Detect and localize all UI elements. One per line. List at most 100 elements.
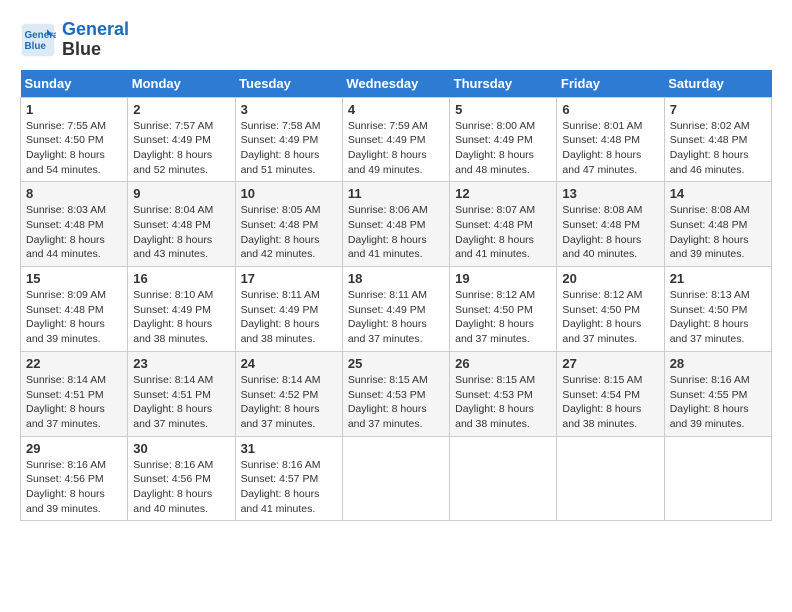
cell-content: Sunrise: 8:14 AMSunset: 4:51 PMDaylight:… [26, 373, 122, 432]
calendar-cell: 5 Sunrise: 8:00 AMSunset: 4:49 PMDayligh… [450, 97, 557, 182]
cell-content: Sunrise: 8:16 AMSunset: 4:56 PMDaylight:… [133, 458, 229, 517]
day-number: 12 [455, 186, 551, 201]
calendar-table: SundayMondayTuesdayWednesdayThursdayFrid… [20, 70, 772, 522]
day-number: 7 [670, 102, 766, 117]
column-header-wednesday: Wednesday [342, 70, 449, 98]
calendar-cell: 7 Sunrise: 8:02 AMSunset: 4:48 PMDayligh… [664, 97, 771, 182]
calendar-cell: 31 Sunrise: 8:16 AMSunset: 4:57 PMDaylig… [235, 436, 342, 521]
calendar-cell: 11 Sunrise: 8:06 AMSunset: 4:48 PMDaylig… [342, 182, 449, 267]
day-number: 5 [455, 102, 551, 117]
cell-content: Sunrise: 8:15 AMSunset: 4:53 PMDaylight:… [455, 373, 551, 432]
cell-content: Sunrise: 7:57 AMSunset: 4:49 PMDaylight:… [133, 119, 229, 178]
calendar-cell: 30 Sunrise: 8:16 AMSunset: 4:56 PMDaylig… [128, 436, 235, 521]
cell-content: Sunrise: 8:09 AMSunset: 4:48 PMDaylight:… [26, 288, 122, 347]
calendar-cell: 6 Sunrise: 8:01 AMSunset: 4:48 PMDayligh… [557, 97, 664, 182]
day-number: 18 [348, 271, 444, 286]
day-number: 19 [455, 271, 551, 286]
day-number: 27 [562, 356, 658, 371]
logo-line2: Blue [62, 40, 129, 60]
cell-content: Sunrise: 8:07 AMSunset: 4:48 PMDaylight:… [455, 203, 551, 262]
cell-content: Sunrise: 8:12 AMSunset: 4:50 PMDaylight:… [455, 288, 551, 347]
calendar-cell: 26 Sunrise: 8:15 AMSunset: 4:53 PMDaylig… [450, 351, 557, 436]
calendar-cell: 21 Sunrise: 8:13 AMSunset: 4:50 PMDaylig… [664, 267, 771, 352]
day-number: 30 [133, 441, 229, 456]
day-number: 24 [241, 356, 337, 371]
day-number: 6 [562, 102, 658, 117]
column-header-thursday: Thursday [450, 70, 557, 98]
day-number: 17 [241, 271, 337, 286]
calendar-cell: 9 Sunrise: 8:04 AMSunset: 4:48 PMDayligh… [128, 182, 235, 267]
day-number: 16 [133, 271, 229, 286]
calendar-cell: 17 Sunrise: 8:11 AMSunset: 4:49 PMDaylig… [235, 267, 342, 352]
calendar-cell: 22 Sunrise: 8:14 AMSunset: 4:51 PMDaylig… [21, 351, 128, 436]
calendar-cell: 28 Sunrise: 8:16 AMSunset: 4:55 PMDaylig… [664, 351, 771, 436]
day-number: 14 [670, 186, 766, 201]
cell-content: Sunrise: 8:10 AMSunset: 4:49 PMDaylight:… [133, 288, 229, 347]
calendar-cell: 16 Sunrise: 8:10 AMSunset: 4:49 PMDaylig… [128, 267, 235, 352]
cell-content: Sunrise: 8:15 AMSunset: 4:54 PMDaylight:… [562, 373, 658, 432]
day-number: 9 [133, 186, 229, 201]
calendar-cell: 20 Sunrise: 8:12 AMSunset: 4:50 PMDaylig… [557, 267, 664, 352]
day-number: 13 [562, 186, 658, 201]
svg-text:General: General [25, 30, 57, 41]
calendar-cell: 29 Sunrise: 8:16 AMSunset: 4:56 PMDaylig… [21, 436, 128, 521]
cell-content: Sunrise: 8:08 AMSunset: 4:48 PMDaylight:… [562, 203, 658, 262]
day-number: 2 [133, 102, 229, 117]
calendar-week-row: 22 Sunrise: 8:14 AMSunset: 4:51 PMDaylig… [21, 351, 772, 436]
calendar-week-row: 1 Sunrise: 7:55 AMSunset: 4:50 PMDayligh… [21, 97, 772, 182]
calendar-week-row: 29 Sunrise: 8:16 AMSunset: 4:56 PMDaylig… [21, 436, 772, 521]
column-header-friday: Friday [557, 70, 664, 98]
cell-content: Sunrise: 8:08 AMSunset: 4:48 PMDaylight:… [670, 203, 766, 262]
calendar-cell: 12 Sunrise: 8:07 AMSunset: 4:48 PMDaylig… [450, 182, 557, 267]
day-number: 29 [26, 441, 122, 456]
calendar-cell: 10 Sunrise: 8:05 AMSunset: 4:48 PMDaylig… [235, 182, 342, 267]
calendar-cell: 24 Sunrise: 8:14 AMSunset: 4:52 PMDaylig… [235, 351, 342, 436]
calendar-cell: 15 Sunrise: 8:09 AMSunset: 4:48 PMDaylig… [21, 267, 128, 352]
cell-content: Sunrise: 8:15 AMSunset: 4:53 PMDaylight:… [348, 373, 444, 432]
day-number: 20 [562, 271, 658, 286]
logo: General Blue General Blue [20, 20, 129, 60]
column-header-tuesday: Tuesday [235, 70, 342, 98]
calendar-week-row: 8 Sunrise: 8:03 AMSunset: 4:48 PMDayligh… [21, 182, 772, 267]
calendar-cell: 8 Sunrise: 8:03 AMSunset: 4:48 PMDayligh… [21, 182, 128, 267]
cell-content: Sunrise: 7:58 AMSunset: 4:49 PMDaylight:… [241, 119, 337, 178]
column-header-saturday: Saturday [664, 70, 771, 98]
cell-content: Sunrise: 8:06 AMSunset: 4:48 PMDaylight:… [348, 203, 444, 262]
cell-content: Sunrise: 8:16 AMSunset: 4:56 PMDaylight:… [26, 458, 122, 517]
cell-content: Sunrise: 8:04 AMSunset: 4:48 PMDaylight:… [133, 203, 229, 262]
cell-content: Sunrise: 8:05 AMSunset: 4:48 PMDaylight:… [241, 203, 337, 262]
cell-content: Sunrise: 8:00 AMSunset: 4:49 PMDaylight:… [455, 119, 551, 178]
day-number: 31 [241, 441, 337, 456]
cell-content: Sunrise: 8:14 AMSunset: 4:52 PMDaylight:… [241, 373, 337, 432]
calendar-cell [557, 436, 664, 521]
cell-content: Sunrise: 8:16 AMSunset: 4:55 PMDaylight:… [670, 373, 766, 432]
svg-text:Blue: Blue [25, 41, 47, 52]
cell-content: Sunrise: 8:16 AMSunset: 4:57 PMDaylight:… [241, 458, 337, 517]
column-header-monday: Monday [128, 70, 235, 98]
calendar-cell: 19 Sunrise: 8:12 AMSunset: 4:50 PMDaylig… [450, 267, 557, 352]
day-number: 11 [348, 186, 444, 201]
column-header-sunday: Sunday [21, 70, 128, 98]
header: General Blue General Blue [20, 20, 772, 60]
calendar-cell: 27 Sunrise: 8:15 AMSunset: 4:54 PMDaylig… [557, 351, 664, 436]
calendar-cell: 13 Sunrise: 8:08 AMSunset: 4:48 PMDaylig… [557, 182, 664, 267]
calendar-cell: 3 Sunrise: 7:58 AMSunset: 4:49 PMDayligh… [235, 97, 342, 182]
calendar-week-row: 15 Sunrise: 8:09 AMSunset: 4:48 PMDaylig… [21, 267, 772, 352]
day-number: 1 [26, 102, 122, 117]
cell-content: Sunrise: 8:14 AMSunset: 4:51 PMDaylight:… [133, 373, 229, 432]
cell-content: Sunrise: 8:03 AMSunset: 4:48 PMDaylight:… [26, 203, 122, 262]
cell-content: Sunrise: 8:11 AMSunset: 4:49 PMDaylight:… [241, 288, 337, 347]
calendar-cell [450, 436, 557, 521]
cell-content: Sunrise: 8:02 AMSunset: 4:48 PMDaylight:… [670, 119, 766, 178]
calendar-cell: 23 Sunrise: 8:14 AMSunset: 4:51 PMDaylig… [128, 351, 235, 436]
day-number: 26 [455, 356, 551, 371]
day-number: 8 [26, 186, 122, 201]
calendar-header-row: SundayMondayTuesdayWednesdayThursdayFrid… [21, 70, 772, 98]
day-number: 4 [348, 102, 444, 117]
day-number: 15 [26, 271, 122, 286]
cell-content: Sunrise: 7:59 AMSunset: 4:49 PMDaylight:… [348, 119, 444, 178]
day-number: 3 [241, 102, 337, 117]
cell-content: Sunrise: 8:11 AMSunset: 4:49 PMDaylight:… [348, 288, 444, 347]
day-number: 22 [26, 356, 122, 371]
day-number: 10 [241, 186, 337, 201]
